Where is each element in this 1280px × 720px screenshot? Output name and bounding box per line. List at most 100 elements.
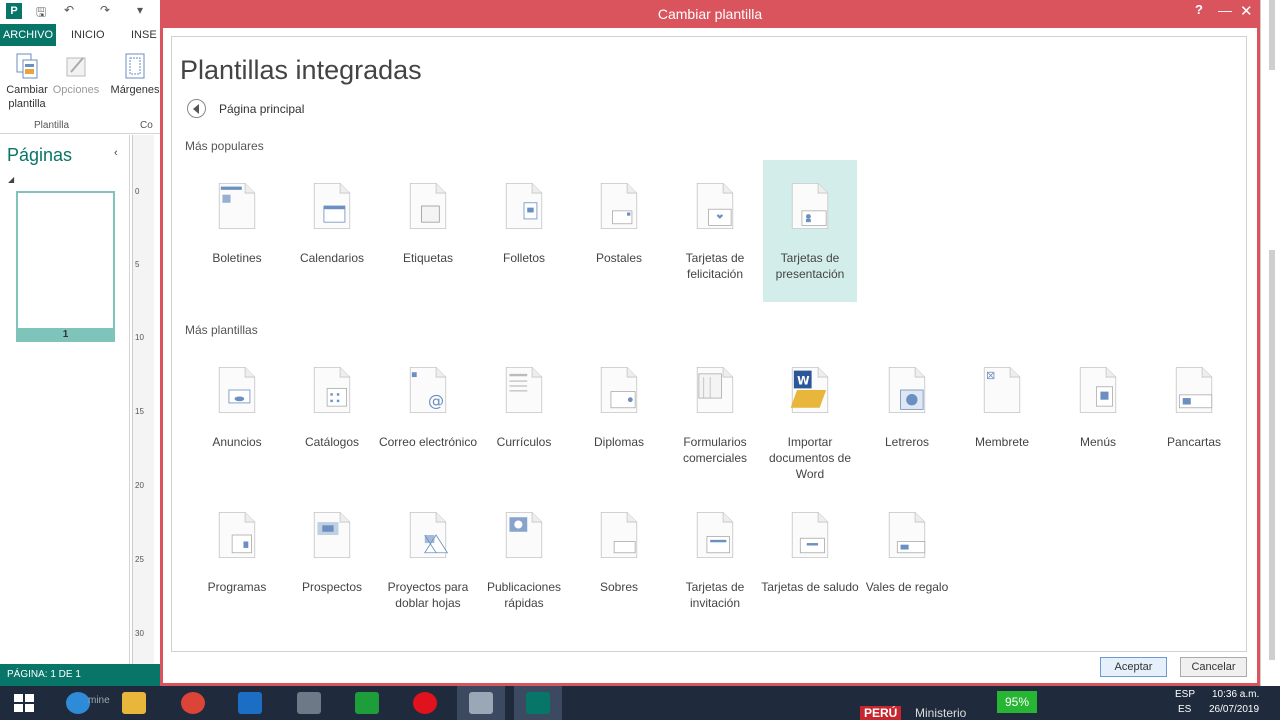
template-tile-email[interactable]: @ Correo electrónico xyxy=(379,344,477,486)
paper-fold-icon xyxy=(409,511,449,559)
template-tile-word-import[interactable]: W Importar documentos de Word xyxy=(763,344,857,486)
publisher-taskbar-button[interactable] xyxy=(514,686,562,720)
scrollbar-thumb[interactable] xyxy=(1269,0,1275,70)
customize-icon[interactable]: ▾ xyxy=(137,3,143,17)
opciones-label: Opciones xyxy=(52,84,100,96)
opciones-button[interactable]: Opciones xyxy=(52,52,100,97)
tab-archivo[interactable]: ARCHIVO xyxy=(0,24,56,46)
template-tile-envelope[interactable]: Sobres xyxy=(572,489,666,631)
svg-text:@: @ xyxy=(428,391,444,410)
undo-icon[interactable]: ↶ xyxy=(64,3,74,17)
clock-date[interactable]: 26/07/2019 xyxy=(1209,704,1259,715)
template-tile-resume[interactable]: Currículos xyxy=(477,344,571,486)
ads-icon xyxy=(218,366,256,414)
svg-text:W: W xyxy=(797,374,810,387)
template-tile-label: Postales xyxy=(595,251,643,265)
template-tile-catalog[interactable]: Catálogos xyxy=(285,344,379,486)
right-window-edge xyxy=(1260,0,1280,686)
template-tile-ads[interactable]: Anuncios xyxy=(190,344,284,486)
pages-pane: Páginas ‹ ◢ 1 xyxy=(0,135,130,665)
accept-button[interactable]: Aceptar xyxy=(1100,657,1167,677)
gift-certificate-icon xyxy=(888,511,926,559)
template-tile-greeting[interactable]: Tarjetas de saludo xyxy=(761,489,859,631)
scrollbar-track[interactable] xyxy=(1269,250,1275,660)
template-tile-invitation[interactable]: Tarjetas de invitación xyxy=(668,489,762,631)
template-tile-greeting-card[interactable]: Tarjetas de felicitación xyxy=(668,160,762,302)
template-tile-sign[interactable]: Letreros xyxy=(860,344,954,486)
opera-button[interactable] xyxy=(401,686,449,720)
change-template-icon xyxy=(16,53,38,79)
template-tile-label: Membrete xyxy=(974,435,1030,449)
word-import-icon: W xyxy=(790,366,829,414)
labels-icon xyxy=(409,182,447,230)
opera-icon xyxy=(413,692,437,714)
expand-triangle-icon[interactable]: ◢ xyxy=(8,175,14,184)
redo-icon[interactable]: ↷ xyxy=(100,3,110,17)
template-tile-label: Vales de regalo xyxy=(865,580,949,594)
template-tile-business-form[interactable]: Formularios comerciales xyxy=(668,344,762,486)
windows-icon xyxy=(14,694,34,712)
template-tile-quick-publication[interactable]: Publicaciones rápidas xyxy=(477,489,571,631)
explorer-button[interactable] xyxy=(110,686,158,720)
template-tile-label: Letreros xyxy=(884,435,930,449)
flyer-icon xyxy=(313,511,351,559)
ruler-label: 20 xyxy=(135,481,144,490)
back-home-label[interactable]: Página principal xyxy=(219,102,304,116)
template-tile-program[interactable]: Programas xyxy=(190,489,284,631)
back-arrow-icon[interactable] xyxy=(187,99,206,118)
battery-indicator[interactable]: 95% xyxy=(997,691,1037,713)
vertical-ruler: 0 5 10 15 20 25 30 xyxy=(132,135,154,665)
template-tile-label: Programas xyxy=(207,580,267,594)
template-tile-menu[interactable]: Menús xyxy=(1051,344,1145,486)
template-tile-flyer[interactable]: Prospectos xyxy=(285,489,379,631)
template-tile-business-card[interactable]: Tarjetas de presentación xyxy=(763,160,857,302)
taskbar: mine PERÚ Ministerio 95% ESP ES 10:36 a.… xyxy=(0,686,1280,720)
cancel-button[interactable]: Cancelar xyxy=(1180,657,1247,677)
template-tile-diploma[interactable]: Diplomas xyxy=(572,344,666,486)
store-button[interactable] xyxy=(343,686,391,720)
ribbon: Cambiar plantilla Opciones Márgenes Plan… xyxy=(0,46,160,134)
template-tile-gift-certificate[interactable]: Vales de regalo xyxy=(860,489,954,631)
save-icon[interactable]: 🖫 xyxy=(36,3,46,24)
template-tile-paper-fold[interactable]: Proyectos para doblar hojas xyxy=(381,489,475,631)
lenovo-button[interactable] xyxy=(226,686,274,720)
template-tile-postcard[interactable]: Postales xyxy=(572,160,666,302)
diploma-icon xyxy=(600,366,638,414)
template-tile-label: Prospectos xyxy=(301,580,363,594)
collapse-pane-icon[interactable]: ‹ xyxy=(114,147,118,159)
group-plantilla-label: Plantilla xyxy=(34,120,70,131)
chrome-button[interactable] xyxy=(169,686,217,720)
minimize-icon[interactable]: — xyxy=(1218,2,1232,18)
template-tile-brochure[interactable]: Folletos xyxy=(477,160,571,302)
dialog-title: Cambiar plantilla xyxy=(657,6,763,22)
publisher-icon[interactable]: P xyxy=(6,3,22,19)
tab-inicio[interactable]: INICIO xyxy=(71,24,105,46)
security-button[interactable] xyxy=(285,686,333,720)
newsletter-icon xyxy=(218,182,256,230)
help-button[interactable]: ? xyxy=(1195,2,1203,17)
cambiar-plantilla-button[interactable]: Cambiar plantilla xyxy=(4,52,50,111)
margenes-button[interactable]: Márgenes xyxy=(110,52,160,97)
program-icon xyxy=(218,511,256,559)
clock-time[interactable]: 10:36 a.m. xyxy=(1212,689,1259,700)
template-tile-label: Catálogos xyxy=(304,435,360,449)
status-bar: PÁGINA: 1 DE 1 xyxy=(0,664,160,686)
section-more-label: Más plantillas xyxy=(185,323,258,337)
peru-label: PERÚ xyxy=(860,706,902,720)
internet-explorer-icon xyxy=(66,692,90,714)
template-tile-labels[interactable]: Etiquetas xyxy=(381,160,475,302)
postcard-icon xyxy=(600,182,638,230)
lang-top[interactable]: ESP xyxy=(1175,689,1195,700)
menu-icon xyxy=(1079,366,1117,414)
tab-insertar[interactable]: INSE xyxy=(131,24,157,46)
template-tile-newsletter[interactable]: Boletines xyxy=(190,160,284,302)
template-tile-letterhead[interactable]: Membrete xyxy=(955,344,1049,486)
start-button[interactable] xyxy=(0,686,48,720)
template-tile-label: Tarjetas de presentación xyxy=(775,251,845,281)
photos-button[interactable] xyxy=(457,686,505,720)
lang-bottom[interactable]: ES xyxy=(1178,704,1191,715)
page-thumbnail[interactable] xyxy=(16,191,115,342)
template-tile-calendar[interactable]: Calendarios xyxy=(285,160,379,302)
template-tile-banner[interactable]: Pancartas xyxy=(1147,344,1241,486)
close-icon[interactable]: ✕ xyxy=(1240,2,1253,20)
